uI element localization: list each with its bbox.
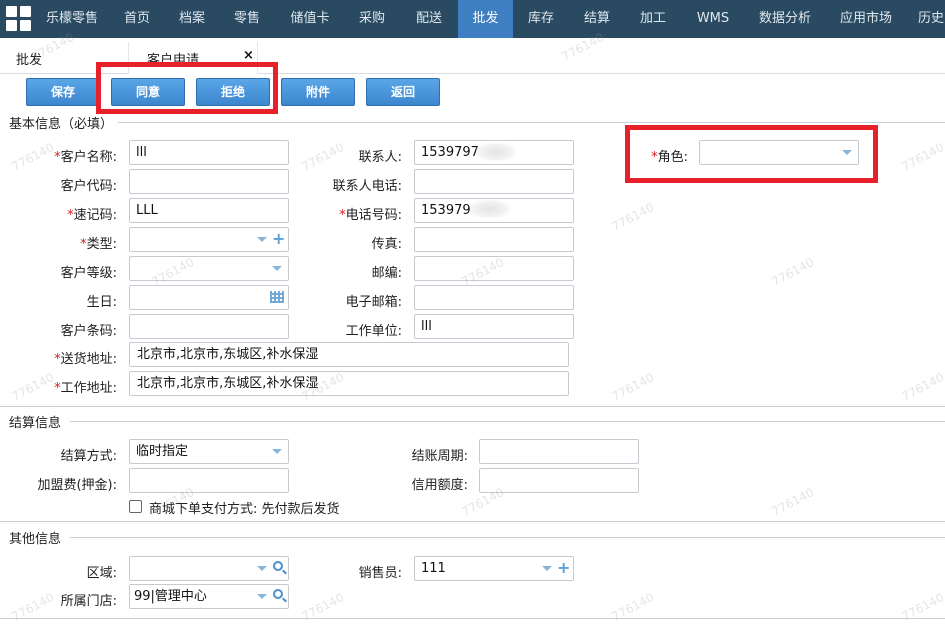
delivery-address-input[interactable]: 北京市,北京市,东城区,补水保湿 — [129, 342, 569, 367]
store-select[interactable]: 99|管理中心 — [129, 584, 289, 609]
section-title-other: 其他信息 — [9, 532, 62, 547]
search-icon[interactable] — [273, 589, 283, 599]
label-delivery-address: *送货地址: — [54, 352, 117, 367]
section-divider — [70, 421, 945, 422]
chevron-down-icon — [542, 566, 552, 571]
nav-item-retail[interactable]: 零售 — [222, 0, 272, 38]
section-title-basic: 基本信息（必填） — [9, 117, 114, 132]
section-divider — [0, 521, 945, 522]
label-fax: 传真: — [371, 237, 402, 252]
label-credit-limit: 信用额度: — [411, 478, 468, 493]
label-contact: 联系人: — [358, 150, 402, 165]
payment-method-checkbox[interactable] — [129, 500, 142, 513]
label-zip: 邮编: — [371, 266, 402, 281]
nav-item-stored-value-card[interactable]: 储值卡 — [280, 0, 340, 38]
label-customer-barcode: 客户条码: — [60, 324, 117, 339]
label-type: *类型: — [80, 237, 117, 252]
tab-wholesale[interactable]: 批发 — [16, 49, 42, 68]
watermark: 776140 — [609, 200, 657, 234]
label-customer-level: 客户等级: — [60, 266, 117, 281]
chevron-down-icon — [257, 566, 267, 571]
settlement-method-select[interactable]: 临时指定 — [129, 439, 289, 464]
chevron-down-icon — [257, 237, 267, 242]
close-icon[interactable]: × — [243, 48, 254, 63]
label-franchise-fee: 加盟费(押金): — [37, 478, 117, 493]
watermark: 776140 — [769, 485, 817, 519]
add-icon[interactable]: + — [272, 231, 285, 247]
label-customer-name: *客户名称: — [54, 150, 117, 165]
brand-name: 乐檬零售 — [46, 11, 99, 26]
work-address-input[interactable]: 北京市,北京市,东城区,补水保湿 — [129, 371, 569, 396]
label-birthday: 生日: — [86, 295, 117, 310]
payment-method-label: 商城下单支付方式: 先付款后发货 — [149, 502, 340, 517]
watermark: 776140 — [899, 140, 945, 174]
section-divider — [70, 537, 945, 538]
chevron-down-icon — [257, 594, 267, 599]
fax-input[interactable] — [414, 227, 574, 252]
label-work-address: *工作地址: — [54, 381, 117, 396]
zip-input[interactable] — [414, 256, 574, 281]
save-button[interactable]: 保存 — [26, 78, 100, 106]
area-select[interactable] — [129, 556, 289, 581]
nav-item-app-market[interactable]: 应用市场 — [833, 0, 899, 38]
nav-item-settlement[interactable]: 结算 — [572, 0, 622, 38]
nav-item-distribution[interactable]: 配送 — [404, 0, 454, 38]
birthday-date-input[interactable] — [129, 285, 289, 310]
label-store: 所属门店: — [60, 594, 117, 609]
billing-period-input[interactable] — [479, 439, 639, 464]
search-icon[interactable] — [273, 561, 283, 571]
nav-item-data-analysis[interactable]: 数据分析 — [752, 0, 818, 38]
nav-item-purchase[interactable]: 采购 — [347, 0, 397, 38]
credit-limit-input[interactable] — [479, 468, 639, 493]
redacted-blur — [476, 143, 516, 161]
nav-item-wms[interactable]: WMS — [688, 0, 738, 38]
customer-level-select[interactable] — [129, 256, 289, 281]
watermark: 776140 — [899, 370, 945, 404]
app-grid-icon[interactable] — [6, 6, 32, 32]
section-divider — [0, 406, 945, 407]
salesperson-select[interactable]: 111 + — [414, 556, 574, 581]
quick-code-input[interactable]: LLL — [129, 198, 289, 223]
back-button[interactable]: 返回 — [366, 78, 440, 106]
redacted-blur — [470, 200, 510, 218]
chevron-down-icon — [272, 266, 282, 271]
label-area: 区域: — [86, 566, 117, 581]
chevron-down-icon — [272, 449, 282, 454]
work-unit-input[interactable]: lll — [414, 314, 574, 339]
label-contact-phone: 联系人电话: — [332, 179, 402, 194]
label-work-unit: 工作单位: — [345, 324, 402, 339]
nav-item-processing[interactable]: 加工 — [628, 0, 678, 38]
label-salesperson: 销售员: — [358, 566, 402, 581]
watermark: 776140 — [609, 370, 657, 404]
highlight-box-role — [625, 125, 878, 183]
nav-item-inventory[interactable]: 库存 — [516, 0, 566, 38]
label-phone-number: *电话号码: — [339, 208, 402, 223]
nav-item-history[interactable]: 历史 — [911, 0, 945, 38]
calendar-icon[interactable] — [270, 291, 284, 303]
customer-barcode-input[interactable] — [129, 314, 289, 339]
label-settlement-method: 结算方式: — [60, 449, 117, 464]
section-divider — [0, 618, 945, 619]
customer-name-input[interactable]: lll — [129, 140, 289, 165]
customer-code-input[interactable] — [129, 169, 289, 194]
attachment-button[interactable]: 附件 — [281, 78, 355, 106]
label-quick-code: *速记码: — [67, 208, 117, 223]
section-title-settlement: 结算信息 — [9, 416, 62, 431]
section-divider — [118, 122, 945, 123]
top-nav: 乐檬零售 首页 档案 零售 储值卡 采购 配送 批发 库存 结算 加工 WMS … — [0, 0, 945, 38]
watermark: 776140 — [769, 255, 817, 289]
add-icon[interactable]: + — [557, 560, 570, 576]
nav-item-wholesale[interactable]: 批发 — [458, 0, 513, 38]
label-billing-period: 结账周期: — [411, 449, 468, 464]
label-email: 电子邮箱: — [345, 295, 402, 310]
nav-item-home[interactable]: 首页 — [112, 0, 162, 38]
email-input[interactable] — [414, 285, 574, 310]
highlight-box-approve-reject — [96, 62, 278, 114]
franchise-fee-input[interactable] — [129, 468, 289, 493]
type-select[interactable]: + — [129, 227, 289, 252]
contact-phone-input[interactable] — [414, 169, 574, 194]
label-customer-code: 客户代码: — [60, 179, 117, 194]
nav-item-archive[interactable]: 档案 — [167, 0, 217, 38]
